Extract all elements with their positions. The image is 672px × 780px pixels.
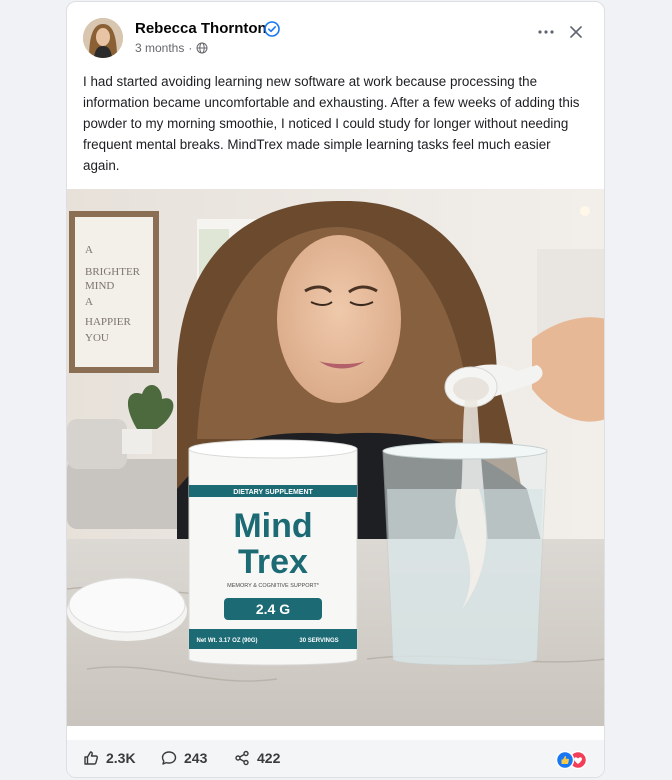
close-icon [570, 26, 582, 38]
jar-dose: 2.4 G [256, 601, 290, 617]
more-options-button[interactable] [532, 18, 560, 46]
wall-art-line-4: A [85, 296, 93, 308]
wall-art: A BRIGHTER MIND A HAPPIER YOU [69, 211, 159, 373]
jar-brand-line-1: Mind [233, 507, 312, 545]
comments-count: 243 [184, 750, 208, 766]
post-text: I had started avoiding learning new soft… [83, 74, 580, 173]
wall-art-line-2: BRIGHTER [85, 266, 141, 278]
share-button[interactable]: 422 [234, 750, 280, 766]
reaction-summary[interactable] [554, 750, 590, 770]
comment-button[interactable]: 243 [161, 750, 207, 766]
wall-art-line-5: HAPPIER [85, 316, 132, 328]
post-time[interactable]: 3 months [135, 41, 184, 55]
comment-icon [161, 751, 177, 765]
more-dots-icon [538, 30, 554, 34]
author-name[interactable]: Rebecca Thornton [135, 20, 267, 37]
wall-art-line-3: MIND [85, 280, 114, 292]
globe-icon [196, 42, 208, 54]
post-card: Rebecca Thornton 3 months · I had starte… [66, 1, 605, 778]
share-icon [235, 750, 249, 766]
jar-band-label: DIETARY SUPPLEMENT [233, 489, 313, 496]
meta-separator: · [188, 41, 193, 55]
wall-art-line-6: YOU [85, 332, 109, 344]
wall-art-line-1: A [85, 244, 93, 256]
jar-tagline: MEMORY & COGNITIVE SUPPORT* [227, 583, 320, 589]
thumbs-up-icon [84, 751, 98, 765]
jar-servings: 30 SERVINGS [299, 638, 338, 644]
verified-badge-icon [264, 21, 280, 37]
engagement-bar: 2.3K 243 422 [67, 740, 604, 777]
likes-count: 2.3K [106, 750, 136, 766]
jar-net-weight: Net Wt. 3.17 OZ (90G) [196, 638, 257, 644]
shares-count: 422 [257, 750, 281, 766]
post-photo[interactable]: A BRIGHTER MIND A HAPPIER YOU DIETARY SU… [67, 189, 604, 726]
avatar[interactable] [83, 18, 123, 58]
post-meta: 3 months · [135, 41, 208, 55]
close-button[interactable] [562, 18, 590, 46]
like-reaction-icon [555, 750, 575, 770]
like-button[interactable]: 2.3K [83, 750, 136, 766]
jar-brand-line-2: Trex [238, 543, 308, 581]
post-header: Rebecca Thornton 3 months · [67, 2, 604, 72]
